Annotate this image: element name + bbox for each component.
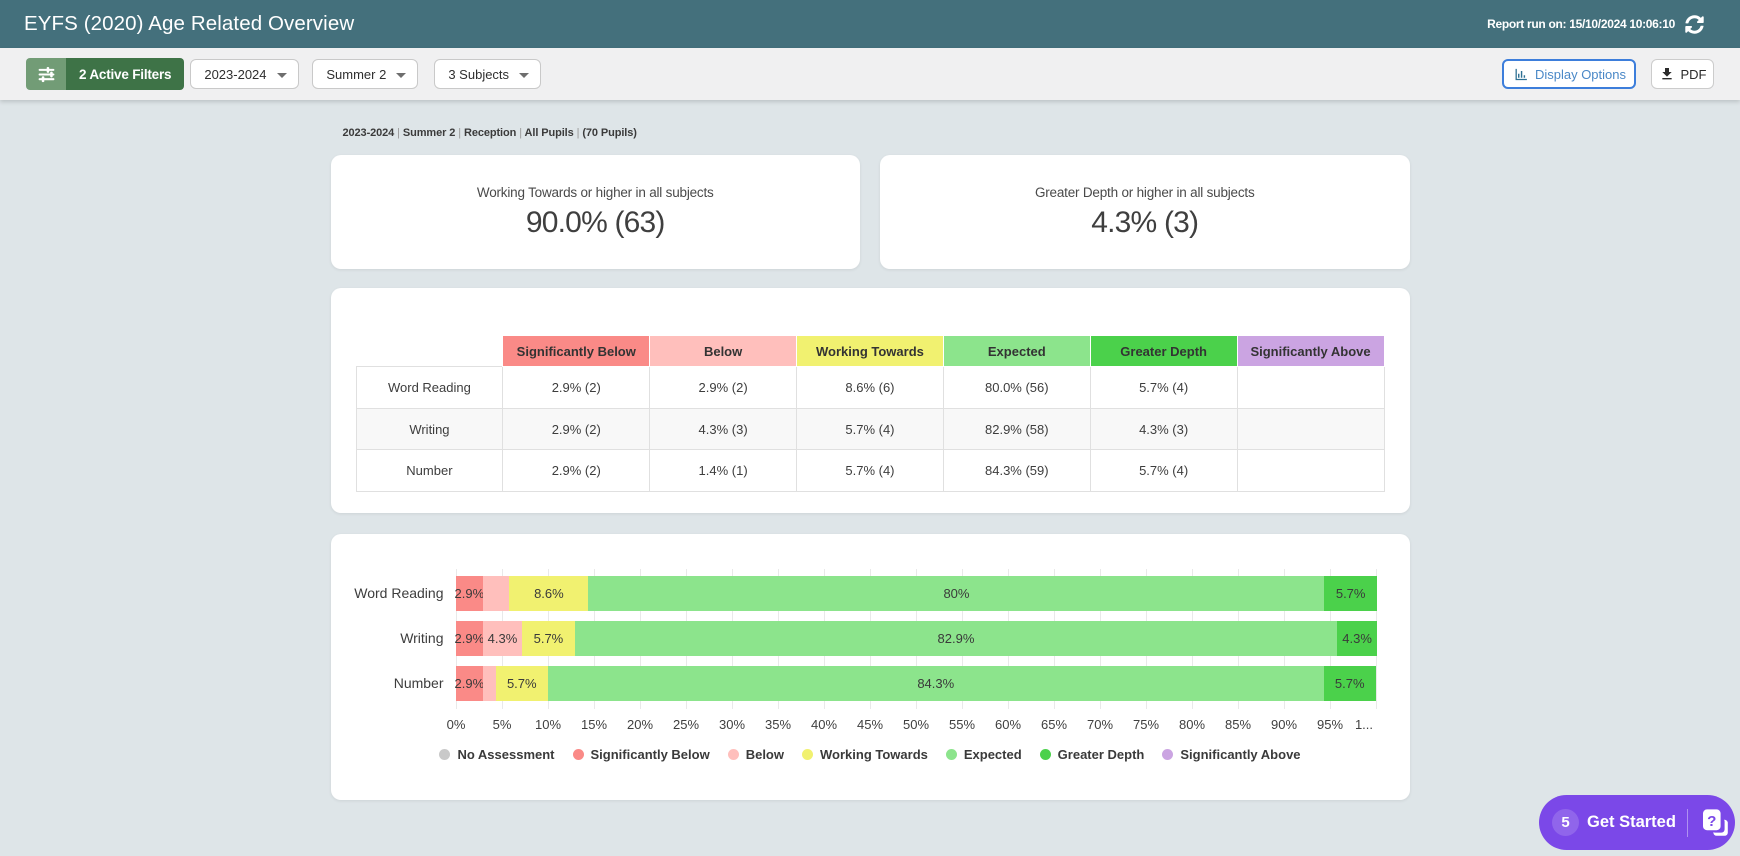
svg-text:?: ?: [1707, 812, 1716, 829]
